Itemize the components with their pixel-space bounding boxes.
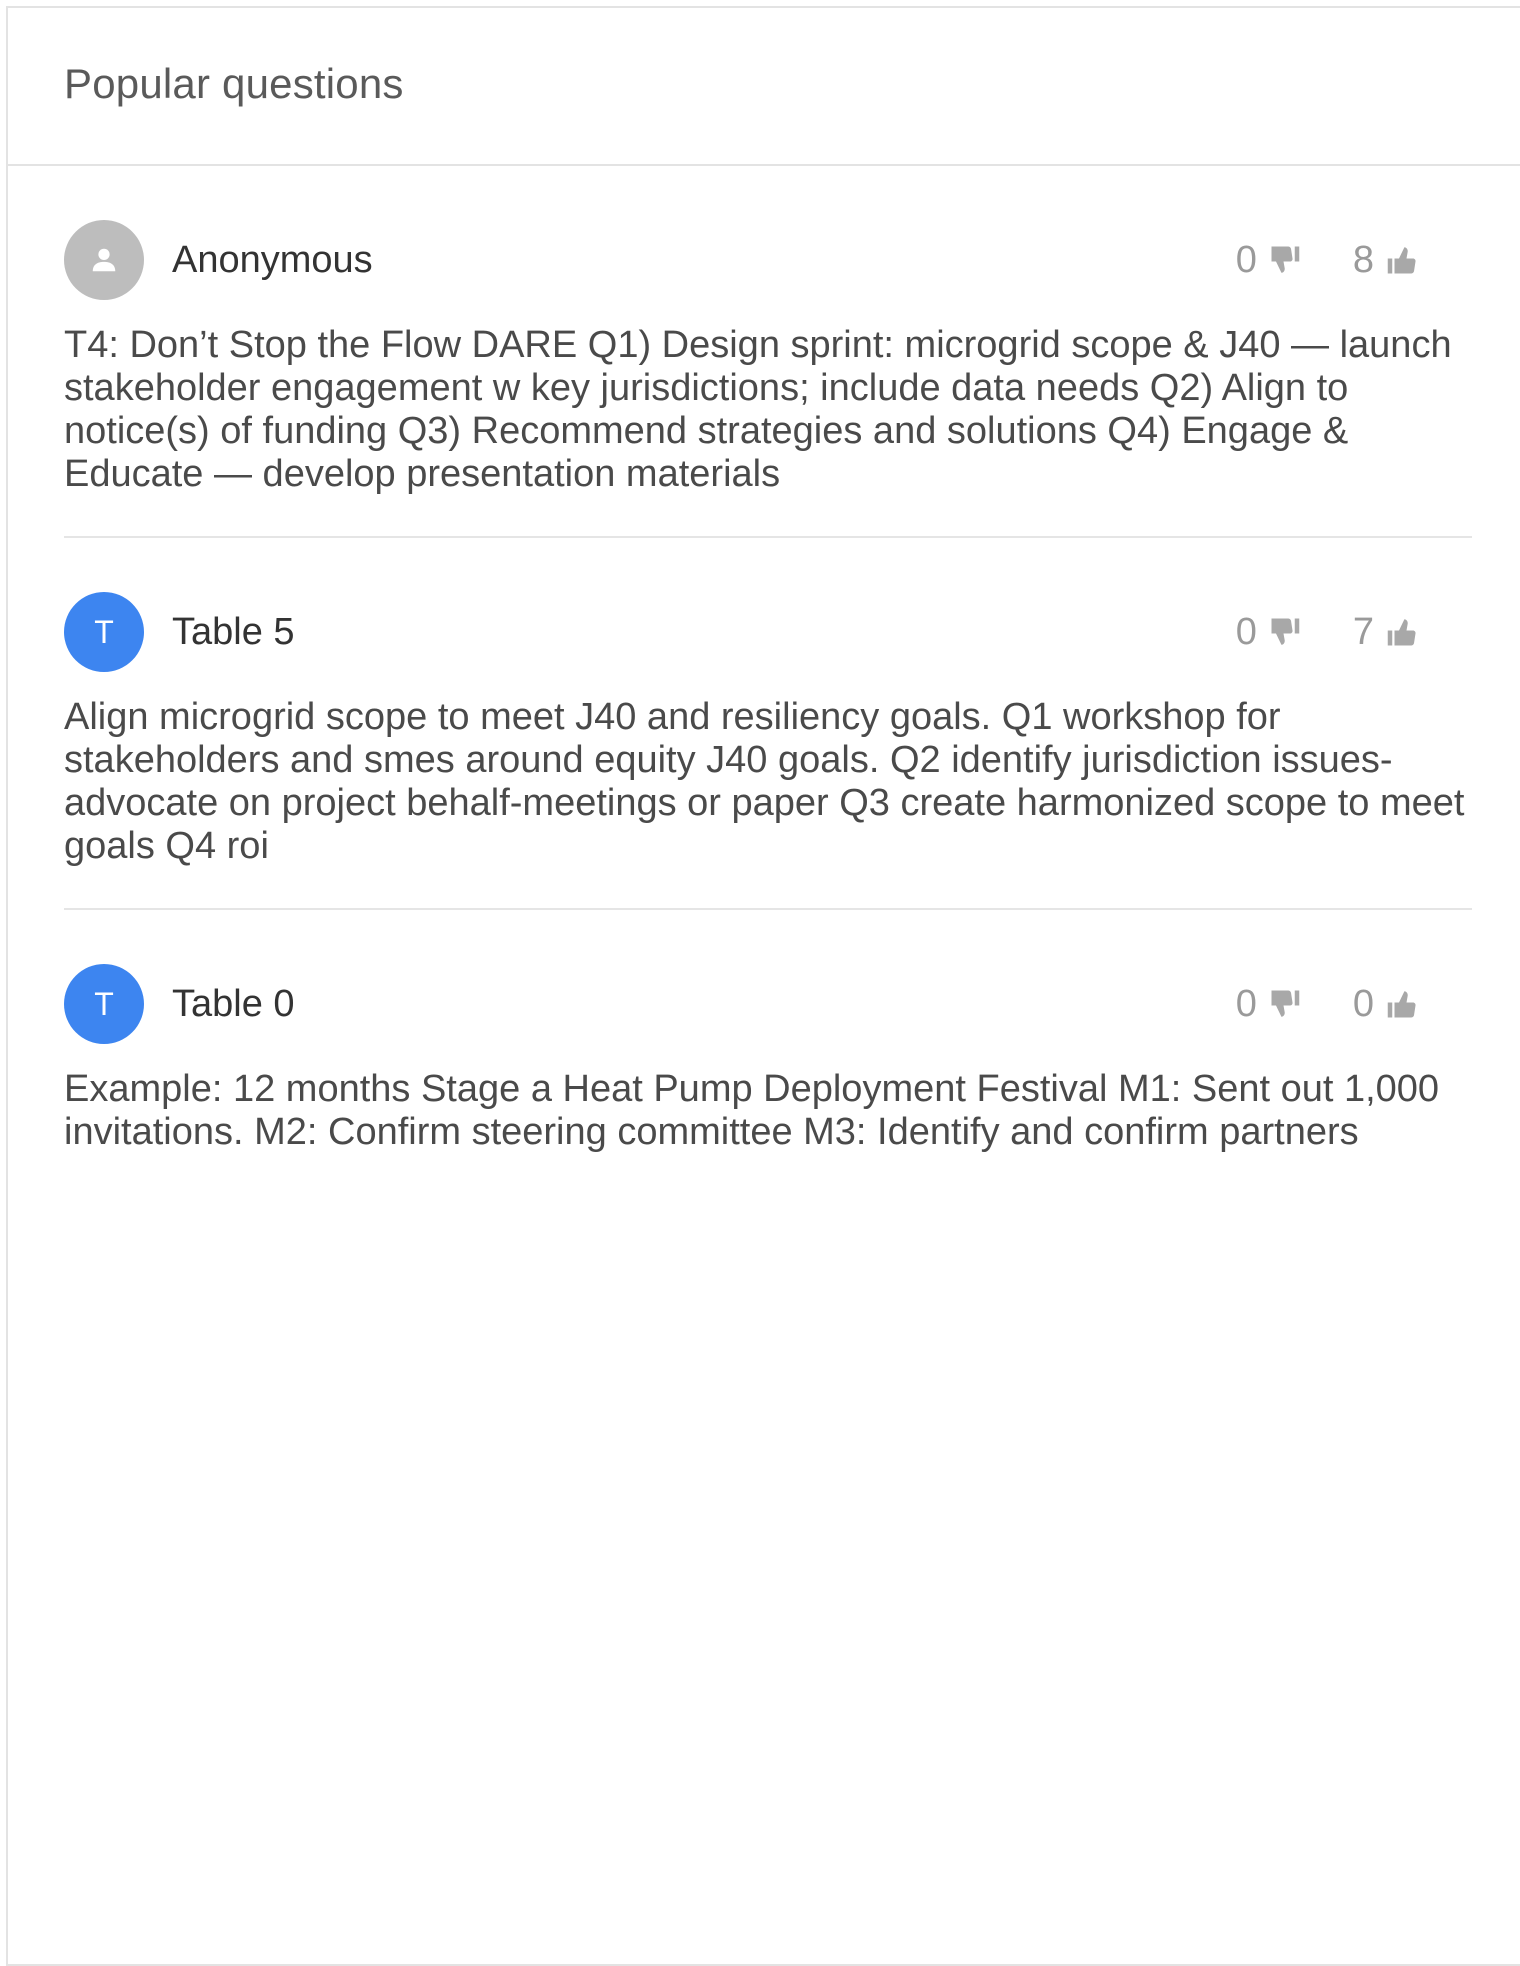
question-header: T Table 5 0 7 xyxy=(64,592,1472,672)
dislike-button[interactable]: 0 xyxy=(1236,983,1303,1026)
like-button[interactable]: 0 xyxy=(1353,983,1420,1026)
avatar: T xyxy=(64,592,144,672)
thumbs-up-icon xyxy=(1387,619,1416,646)
dislike-button[interactable]: 0 xyxy=(1236,239,1303,282)
question-list: Anonymous 0 8 T4: Don’t Stop the Flow DA… xyxy=(8,166,1520,1194)
user-icon xyxy=(92,248,116,272)
question-item: T Table 0 0 0 Example: 12 months Stage a… xyxy=(64,910,1472,1194)
dislike-button[interactable]: 0 xyxy=(1236,611,1303,654)
like-button[interactable]: 7 xyxy=(1353,611,1420,654)
dislike-count: 0 xyxy=(1235,982,1257,1025)
question-item: Anonymous 0 8 T4: Don’t Stop the Flow DA… xyxy=(64,166,1472,538)
panel-header: Popular questions xyxy=(8,8,1520,166)
question-text: T4: Don’t Stop the Flow DARE Q1) Design … xyxy=(64,324,1452,495)
question-text: Align microgrid scope to meet J40 and re… xyxy=(64,696,1465,867)
question-item: T Table 5 0 7 Align microgrid scope to m… xyxy=(64,538,1472,910)
popular-questions-panel: Popular questions Anonymous 0 8 T4: Don’… xyxy=(6,6,1520,1966)
author-name: Anonymous xyxy=(172,238,373,281)
like-button[interactable]: 8 xyxy=(1353,239,1420,282)
panel-title: Popular questions xyxy=(64,60,404,107)
like-count: 0 xyxy=(1352,982,1374,1025)
question-header: Anonymous 0 8 xyxy=(64,220,1472,300)
vote-controls: 0 0 xyxy=(1236,983,1420,1026)
dislike-count: 0 xyxy=(1235,238,1257,281)
like-count: 8 xyxy=(1352,238,1374,281)
thumbs-down-icon xyxy=(1271,246,1300,273)
thumbs-up-icon xyxy=(1387,991,1416,1018)
avatar: T xyxy=(64,964,144,1044)
author-name: Table 0 xyxy=(172,982,295,1025)
dislike-count: 0 xyxy=(1235,610,1257,653)
vote-controls: 0 8 xyxy=(1236,239,1420,282)
thumbs-down-icon xyxy=(1271,618,1300,645)
thumbs-down-icon xyxy=(1271,990,1300,1017)
question-text: Example: 12 months Stage a Heat Pump Dep… xyxy=(64,1068,1440,1153)
thumbs-up-icon xyxy=(1387,247,1416,274)
vote-controls: 0 7 xyxy=(1236,611,1420,654)
avatar xyxy=(64,220,144,300)
author-name: Table 5 xyxy=(172,610,295,653)
like-count: 7 xyxy=(1352,610,1374,653)
question-header: T Table 0 0 0 xyxy=(64,964,1472,1044)
